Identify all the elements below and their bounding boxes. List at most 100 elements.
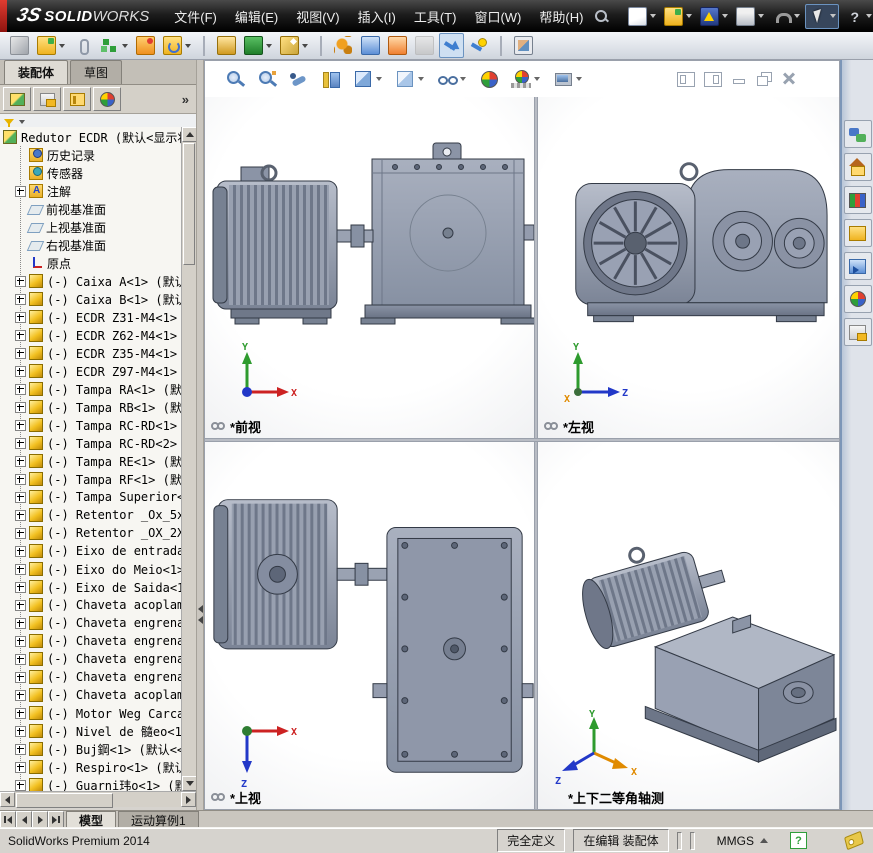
menu-item[interactable]: 窗口(W) <box>465 2 530 31</box>
file-explorer-button[interactable] <box>844 219 872 247</box>
explode-line-sketch-button[interactable] <box>412 33 437 58</box>
tree-item[interactable]: (-) Tampa Superior<1> ( <box>0 488 181 506</box>
exploded-view-button[interactable] <box>385 33 410 58</box>
edit-appearance-button[interactable] <box>474 66 504 92</box>
pane-right-button[interactable] <box>704 72 722 87</box>
tree-item[interactable]: 前视基准面 <box>0 200 181 218</box>
tree-item[interactable]: (-) Respiro<1> (默认<<默 <box>0 758 181 776</box>
expand-plus-icon[interactable] <box>15 690 26 701</box>
viewport-horizontal-divider[interactable] <box>205 438 839 442</box>
tree-item[interactable]: (-) Tampa RE<1> (默认<< <box>0 452 181 470</box>
instant-3d-button[interactable] <box>439 33 464 58</box>
menu-item[interactable]: 文件(F) <box>165 2 226 31</box>
next-tab-button[interactable] <box>32 811 48 828</box>
tree-item[interactable]: (-) Motor Weg Carca擅 16 <box>0 704 181 722</box>
tree-item[interactable]: (-) Retentor _OX_2X7<1> <box>0 524 181 542</box>
expand-plus-icon[interactable] <box>15 546 26 557</box>
tree-item[interactable]: (-) Tampa RF<1> (默认<< <box>0 470 181 488</box>
tree-item[interactable]: (-) Tampa RB<1> (默认<< <box>0 398 181 416</box>
tree-item[interactable]: 上视基准面 <box>0 218 181 236</box>
apply-scene-button[interactable] <box>506 66 546 92</box>
expand-plus-icon[interactable] <box>15 672 26 683</box>
tree-item[interactable]: (-) Eixo do Meio<1> (默 <box>0 560 181 578</box>
photoview-preview-button[interactable] <box>511 33 536 58</box>
previous-view-button[interactable] <box>284 66 314 92</box>
expand-plus-icon[interactable] <box>15 744 26 755</box>
dropdown-caret-icon[interactable] <box>266 44 272 48</box>
expand-plus-icon[interactable] <box>15 438 26 449</box>
mate-button[interactable] <box>97 33 131 58</box>
study-tab[interactable]: 模型 <box>66 811 116 828</box>
tree-item[interactable]: 历史记录 <box>0 146 181 164</box>
tree-item[interactable]: (-) Retentor _Ox_5x8.5< <box>0 506 181 524</box>
tree-item[interactable]: (-) Guarni玮o<1> (默认< <box>0 776 181 791</box>
viewport-left[interactable]: Y Z X *左视 <box>538 97 839 438</box>
dropdown-caret-icon[interactable] <box>534 77 540 81</box>
menu-item[interactable]: 编辑(E) <box>226 2 287 31</box>
quick-tips-button[interactable]: ? <box>790 832 807 849</box>
command-tab[interactable]: 草图 <box>70 60 122 84</box>
appearances-scenes-button[interactable] <box>844 285 872 313</box>
tree-item[interactable]: (-) Chaveta acoplamento <box>0 686 181 704</box>
restore-child-button[interactable] <box>756 72 772 85</box>
scroll-left-button[interactable] <box>0 792 15 807</box>
tree-item[interactable]: (-) Tampa RC-RD<2> (默认 <box>0 434 181 452</box>
solidworks-resources-button[interactable] <box>844 120 872 148</box>
assembly-visualization-button[interactable] <box>358 33 383 58</box>
dropdown-caret-icon[interactable] <box>302 44 308 48</box>
publish-edrawings-button[interactable] <box>697 4 731 29</box>
custom-properties-button[interactable] <box>844 318 872 346</box>
expand-plus-icon[interactable] <box>15 726 26 737</box>
dropdown-caret-icon[interactable] <box>686 14 692 18</box>
filter-funnel-icon[interactable] <box>4 119 14 125</box>
unit-system-selector[interactable]: MMGS <box>703 834 782 848</box>
tag-icon[interactable] <box>844 831 864 850</box>
select-tool-button[interactable] <box>805 4 839 29</box>
tree-item[interactable]: 注解 <box>0 182 181 200</box>
dropdown-caret-icon[interactable] <box>650 14 656 18</box>
dropdown-caret-icon[interactable] <box>376 77 382 81</box>
tree-item[interactable]: (-) ECDR Z35-M4<1> (默认 <box>0 344 181 362</box>
expand-plus-icon[interactable] <box>15 582 26 593</box>
tree-vertical-scrollbar[interactable] <box>181 127 196 791</box>
collapse-arrow-icon[interactable] <box>198 605 203 613</box>
viewport-vertical-divider[interactable] <box>534 97 538 809</box>
menu-item[interactable]: 视图(V) <box>287 2 348 31</box>
attachment-button[interactable] <box>70 33 95 58</box>
tree-item[interactable]: (-) Chaveta engrenagens <box>0 632 181 650</box>
tree-item[interactable]: (-) Chaveta acoplamento <box>0 596 181 614</box>
last-tab-button[interactable] <box>48 811 64 828</box>
expand-plus-icon[interactable] <box>15 186 26 197</box>
hide-show-items-button[interactable] <box>432 66 472 92</box>
tree-item[interactable]: (-) Caixa B<1> (默认<<默 <box>0 290 181 308</box>
collapse-arrow-icon[interactable] <box>198 616 203 624</box>
separator[interactable] <box>493 33 509 59</box>
horizontal-scroll-thumb[interactable] <box>16 793 113 808</box>
large-assembly-mode-button[interactable] <box>466 33 491 58</box>
dropdown-caret-icon[interactable] <box>576 77 582 81</box>
propertymanager-tab[interactable] <box>33 87 61 111</box>
dropdown-caret-icon[interactable] <box>758 14 764 18</box>
reference-geometry-button[interactable] <box>277 33 311 58</box>
expand-panel-button[interactable]: » <box>182 92 193 107</box>
section-view-button[interactable] <box>316 66 346 92</box>
tree-item[interactable]: (-) Tampa RA<1> (默认<< <box>0 380 181 398</box>
new-document-button[interactable] <box>625 4 659 29</box>
dropdown-caret-icon[interactable] <box>418 77 424 81</box>
expand-plus-icon[interactable] <box>15 474 26 485</box>
command-tab[interactable]: 装配体 <box>4 60 68 84</box>
scroll-down-button[interactable] <box>182 776 197 791</box>
menu-item[interactable]: 插入(I) <box>349 2 405 31</box>
dropdown-caret-icon[interactable] <box>185 44 191 48</box>
units-caret-icon[interactable] <box>760 838 768 843</box>
displaymanager-tab[interactable] <box>93 87 121 111</box>
new-motion-study-button[interactable] <box>331 33 356 58</box>
rotate-component-button[interactable] <box>160 33 194 58</box>
tree-item[interactable]: (-) ECDR Z97-M4<1> (默认 <box>0 362 181 380</box>
tree-item[interactable]: (-) ECDR Z31-M4<1> (默认 <box>0 308 181 326</box>
configurationmanager-tab[interactable] <box>63 87 91 111</box>
panel-splitter[interactable] <box>196 60 204 810</box>
component-pattern-button[interactable] <box>133 33 158 58</box>
tree-item[interactable]: (-) Tampa RC-RD<1> (默认 <box>0 416 181 434</box>
tree-item[interactable]: (-) Caixa A<1> (默认<<默 <box>0 272 181 290</box>
